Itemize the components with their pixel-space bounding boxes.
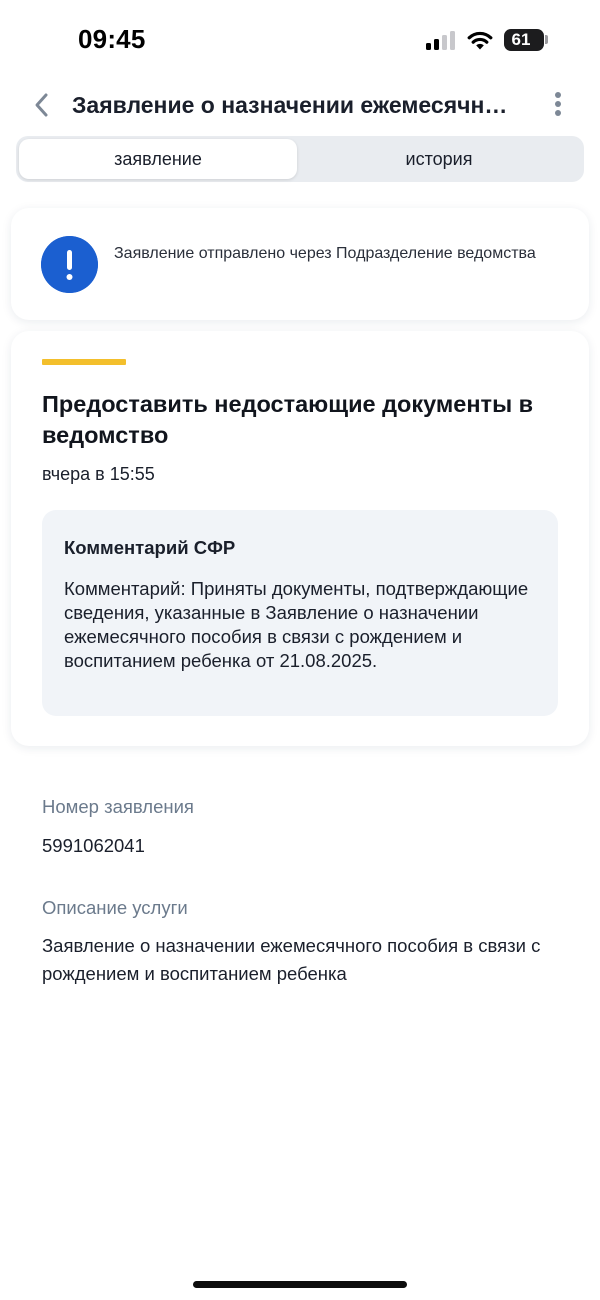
more-vertical-icon[interactable] [546,92,570,120]
home-indicator[interactable] [193,1281,407,1288]
exclamation-icon [41,236,98,293]
task-title: Предоставить недостающие документы в вед… [42,391,534,448]
service-description-value: Заявление о назначении ежемесячного посо… [42,935,541,984]
task-card: Предоставить недостающие документы в вед… [11,331,589,746]
wifi-icon [467,31,493,50]
cellular-signal-icon [426,31,458,50]
header: Заявление о назначении ежемесячного посо… [0,80,600,130]
comment-text: Комментарий: Приняты документы, подтверж… [64,578,529,671]
battery-icon: 61 [504,29,544,51]
comment-box: Комментарий СФР Комментарий: Приняты док… [42,510,558,716]
status-time: 09:45 [78,24,146,54]
status-accent-bar [42,359,126,365]
task-timestamp: вчера в 15:55 [42,464,155,484]
status-bar: 09:45 61 [0,0,600,80]
battery-percent: 61 [511,30,531,49]
application-number-label: Номер заявления [42,796,194,817]
service-description-label: Описание услуги [42,897,188,918]
tab-history[interactable]: история [300,139,578,179]
application-number-value: 5991062041 [42,835,145,856]
notice-card: Заявление отправлено через Подразделение… [11,208,589,320]
tab-application[interactable]: заявление [19,139,297,179]
chevron-left-icon[interactable] [28,90,58,120]
page-title: Заявление о назначении ежемесячного посо… [72,92,520,118]
battery-tip [545,35,548,44]
tab-bar: заявление история [16,136,584,182]
comment-title: Комментарий СФР [64,537,236,558]
notice-text: Заявление отправлено через Подразделение… [114,245,536,262]
